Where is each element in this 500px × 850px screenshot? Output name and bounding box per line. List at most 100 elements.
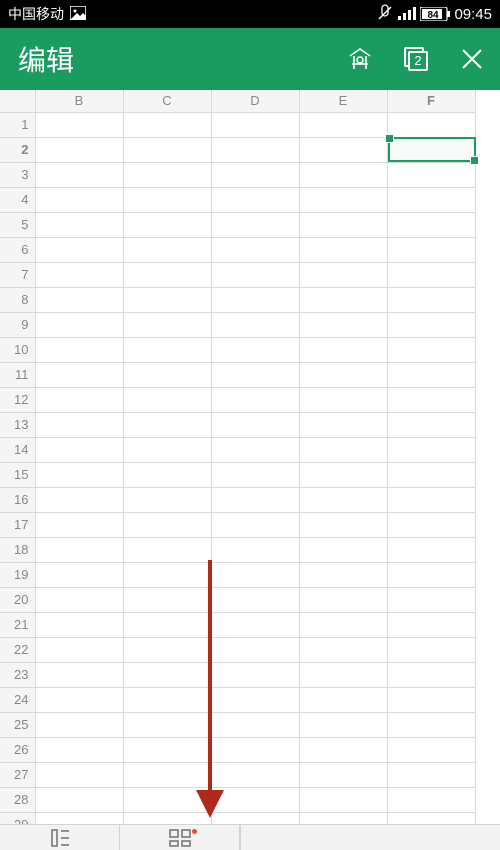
cell-B18[interactable] — [35, 537, 123, 562]
cell-B8[interactable] — [35, 287, 123, 312]
cell-C11[interactable] — [123, 362, 211, 387]
row-header-12[interactable]: 12 — [0, 387, 35, 412]
cell-E11[interactable] — [299, 362, 387, 387]
row-header-11[interactable]: 11 — [0, 362, 35, 387]
cell-E29[interactable] — [299, 812, 387, 824]
cell-E14[interactable] — [299, 437, 387, 462]
row-header-4[interactable]: 4 — [0, 187, 35, 212]
cell-F29[interactable] — [387, 812, 475, 824]
cell-F1[interactable] — [387, 112, 475, 137]
cell-B26[interactable] — [35, 737, 123, 762]
col-header-F[interactable]: F — [387, 90, 475, 112]
cell-D20[interactable] — [211, 587, 299, 612]
row-header-20[interactable]: 20 — [0, 587, 35, 612]
cell-B24[interactable] — [35, 687, 123, 712]
cell-B6[interactable] — [35, 237, 123, 262]
cell-F19[interactable] — [387, 562, 475, 587]
cell-F14[interactable] — [387, 437, 475, 462]
cell-B23[interactable] — [35, 662, 123, 687]
cell-F23[interactable] — [387, 662, 475, 687]
cell-D22[interactable] — [211, 637, 299, 662]
row-header-16[interactable]: 16 — [0, 487, 35, 512]
cell-E25[interactable] — [299, 712, 387, 737]
cell-D19[interactable] — [211, 562, 299, 587]
cell-D10[interactable] — [211, 337, 299, 362]
cell-C8[interactable] — [123, 287, 211, 312]
cell-E1[interactable] — [299, 112, 387, 137]
cell-D5[interactable] — [211, 212, 299, 237]
cell-C13[interactable] — [123, 412, 211, 437]
cell-F28[interactable] — [387, 787, 475, 812]
cell-D29[interactable] — [211, 812, 299, 824]
cell-B16[interactable] — [35, 487, 123, 512]
cell-C4[interactable] — [123, 187, 211, 212]
cell-B28[interactable] — [35, 787, 123, 812]
cell-F11[interactable] — [387, 362, 475, 387]
cell-C29[interactable] — [123, 812, 211, 824]
cell-F16[interactable] — [387, 487, 475, 512]
cell-F15[interactable] — [387, 462, 475, 487]
cell-E15[interactable] — [299, 462, 387, 487]
cell-B15[interactable] — [35, 462, 123, 487]
cell-C5[interactable] — [123, 212, 211, 237]
row-header-9[interactable]: 9 — [0, 312, 35, 337]
cell-D14[interactable] — [211, 437, 299, 462]
row-header-13[interactable]: 13 — [0, 412, 35, 437]
cell-E18[interactable] — [299, 537, 387, 562]
cell-B17[interactable] — [35, 512, 123, 537]
cell-F7[interactable] — [387, 262, 475, 287]
cell-B3[interactable] — [35, 162, 123, 187]
row-header-17[interactable]: 17 — [0, 512, 35, 537]
cell-E17[interactable] — [299, 512, 387, 537]
cell-C23[interactable] — [123, 662, 211, 687]
cell-F18[interactable] — [387, 537, 475, 562]
cell-F2[interactable] — [387, 137, 475, 162]
cell-B12[interactable] — [35, 387, 123, 412]
cell-C2[interactable] — [123, 137, 211, 162]
row-header-26[interactable]: 26 — [0, 737, 35, 762]
cell-F13[interactable] — [387, 412, 475, 437]
cell-C9[interactable] — [123, 312, 211, 337]
cell-D23[interactable] — [211, 662, 299, 687]
row-header-7[interactable]: 7 — [0, 262, 35, 287]
cell-D15[interactable] — [211, 462, 299, 487]
cell-E2[interactable] — [299, 137, 387, 162]
cell-E10[interactable] — [299, 337, 387, 362]
cell-E23[interactable] — [299, 662, 387, 687]
cell-E21[interactable] — [299, 612, 387, 637]
cell-C3[interactable] — [123, 162, 211, 187]
cell-E26[interactable] — [299, 737, 387, 762]
cell-D27[interactable] — [211, 762, 299, 787]
cell-F9[interactable] — [387, 312, 475, 337]
cell-D16[interactable] — [211, 487, 299, 512]
cell-F5[interactable] — [387, 212, 475, 237]
col-header-E[interactable]: E — [299, 90, 387, 112]
cell-D18[interactable] — [211, 537, 299, 562]
cell-B25[interactable] — [35, 712, 123, 737]
cell-C25[interactable] — [123, 712, 211, 737]
row-header-14[interactable]: 14 — [0, 437, 35, 462]
cell-F3[interactable] — [387, 162, 475, 187]
cell-D28[interactable] — [211, 787, 299, 812]
cell-E12[interactable] — [299, 387, 387, 412]
row-header-10[interactable]: 10 — [0, 337, 35, 362]
cell-F10[interactable] — [387, 337, 475, 362]
cell-B1[interactable] — [35, 112, 123, 137]
cell-D1[interactable] — [211, 112, 299, 137]
cell-D2[interactable] — [211, 137, 299, 162]
cell-D3[interactable] — [211, 162, 299, 187]
row-header-6[interactable]: 6 — [0, 237, 35, 262]
cell-C21[interactable] — [123, 612, 211, 637]
cell-F8[interactable] — [387, 287, 475, 312]
cell-B4[interactable] — [35, 187, 123, 212]
row-header-22[interactable]: 22 — [0, 637, 35, 662]
cell-E22[interactable] — [299, 637, 387, 662]
tools-menu-button[interactable] — [120, 825, 240, 850]
windows-button[interactable]: 2 — [388, 28, 444, 90]
cell-C14[interactable] — [123, 437, 211, 462]
cell-B5[interactable] — [35, 212, 123, 237]
row-header-8[interactable]: 8 — [0, 287, 35, 312]
cell-B10[interactable] — [35, 337, 123, 362]
row-header-19[interactable]: 19 — [0, 562, 35, 587]
cell-D26[interactable] — [211, 737, 299, 762]
